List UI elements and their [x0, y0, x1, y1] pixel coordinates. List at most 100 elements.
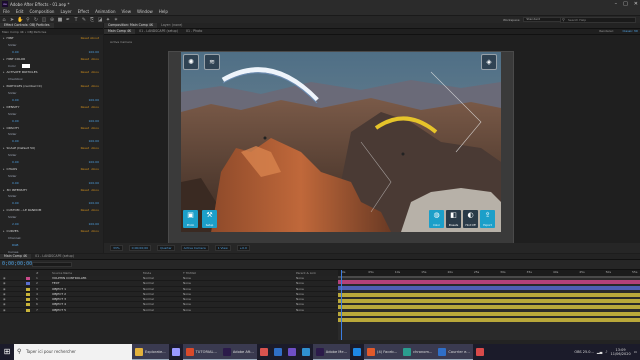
views-select[interactable]: 1 View: [214, 245, 231, 251]
layer-label-color[interactable]: [26, 303, 30, 307]
close-icon[interactable]: ✕: [634, 1, 638, 7]
expand-caret-icon[interactable]: ▸: [3, 146, 5, 150]
effect-property[interactable]: Slider: [0, 42, 103, 49]
minimize-icon[interactable]: –: [615, 1, 618, 7]
maximize-icon[interactable]: □: [623, 1, 628, 7]
reset-link[interactable]: Reset: [81, 145, 89, 152]
taskbar-app[interactable]: [257, 344, 271, 360]
eraser-tool-icon[interactable]: ◪: [97, 17, 103, 23]
resolution-select[interactable]: Quarter: [157, 245, 175, 251]
hand-tool-icon[interactable]: ✋: [17, 17, 23, 23]
reset-link[interactable]: Reset: [81, 104, 89, 111]
effect-property[interactable]: Slider: [0, 193, 103, 200]
color-swatch[interactable]: [21, 63, 30, 68]
expand-caret-icon[interactable]: ▸: [3, 126, 5, 130]
menu-layer[interactable]: Layer: [60, 9, 71, 14]
taskbar-app[interactable]: [473, 344, 487, 360]
reset-link[interactable]: Reset: [81, 207, 89, 214]
property-value[interactable]: 0.00: [12, 181, 19, 185]
effect-header[interactable]: ▸ HINT COLOR Reset Abou: [0, 56, 103, 63]
notifications-icon[interactable]: ▭: [634, 350, 637, 354]
effect-header[interactable]: ▸ DENSITY Reset Abou: [0, 104, 103, 111]
menu-help[interactable]: Help: [159, 9, 168, 14]
view-toggle-icon[interactable]: ◈: [481, 54, 497, 70]
reset-link[interactable]: Reset: [81, 69, 89, 76]
setup-button[interactable]: ⚒ Setup: [202, 210, 217, 228]
menu-file[interactable]: File: [3, 9, 10, 14]
reset-link[interactable]: Reset: [81, 228, 89, 235]
menu-window[interactable]: Window: [137, 9, 153, 14]
property-value-row[interactable]: 0.00 100.00: [0, 97, 103, 104]
effect-property[interactable]: Slider: [0, 214, 103, 221]
expand-caret-icon[interactable]: ▸: [3, 105, 5, 109]
selection-tool-icon[interactable]: ➤: [9, 17, 15, 23]
tab-composition[interactable]: Composition: Main Comp 4K: [104, 23, 158, 28]
color-button[interactable]: ◍ Color: [429, 210, 444, 228]
effect-header[interactable]: ▸ 3D INTENSITY Reset Abou: [0, 187, 103, 194]
roto-tool-icon[interactable]: ✦: [105, 17, 111, 23]
menu-animation[interactable]: Animation: [95, 9, 115, 14]
expand-caret-icon[interactable]: ▸: [3, 208, 5, 212]
export-button[interactable]: ⇪ Export: [480, 210, 495, 228]
expand-caret-icon[interactable]: ▸: [3, 167, 5, 171]
playhead[interactable]: [341, 270, 342, 340]
layer-duration-bar[interactable]: [338, 298, 640, 303]
clone-tool-icon[interactable]: ⎘: [89, 17, 95, 23]
reset-link[interactable]: Reset: [81, 125, 89, 132]
taskbar-app[interactable]: Adobe Aft...: [219, 344, 257, 360]
effect-property[interactable]: Slider: [0, 173, 103, 180]
zoom-tool-icon[interactable]: ⚲: [25, 17, 31, 23]
about-link[interactable]: Abou: [91, 69, 99, 76]
pen-tool-icon[interactable]: ✒: [65, 17, 71, 23]
timeline-tab-landscape[interactable]: 01 - LANDSCAPE (setup): [31, 254, 78, 259]
taskbar-app[interactable]: (4) Faceb...: [364, 344, 401, 360]
about-link[interactable]: About: [90, 35, 99, 42]
visibility-eye-icon[interactable]: ◉: [3, 308, 6, 313]
property-value-row[interactable]: 0.00 100.00: [0, 200, 103, 207]
effect-header[interactable]: ▸ ACTIVATE PARTICLES Reset Abou: [0, 69, 103, 76]
effect-property[interactable]: Slider: [0, 90, 103, 97]
particles-toggle-icon[interactable]: ✺: [183, 54, 199, 70]
hint-off-button[interactable]: ◐ Hint Off: [463, 210, 478, 228]
camera-select[interactable]: Active Camera: [180, 245, 209, 251]
timecode-field[interactable]: 0;00;00;00: [128, 245, 152, 251]
taskbar-app[interactable]: [350, 344, 364, 360]
property-value[interactable]: 0.00: [12, 139, 19, 143]
effect-property[interactable]: Curves: [0, 249, 103, 253]
property-value-row[interactable]: 0.00 100.00: [0, 118, 103, 125]
expand-caret-icon[interactable]: ▸: [3, 188, 5, 192]
timeline-tab-main[interactable]: Main Comp 4K: [0, 254, 32, 259]
about-link[interactable]: Abou: [91, 207, 99, 214]
layer-label-color[interactable]: [26, 287, 30, 291]
expand-caret-icon[interactable]: ▸: [3, 70, 5, 74]
taskbar-app[interactable]: chronom...: [400, 344, 436, 360]
property-value-row[interactable]: 0.00 100.00: [0, 159, 103, 166]
taskbar-app[interactable]: [169, 344, 183, 360]
current-time-display[interactable]: 0;00;00;00: [2, 261, 32, 267]
layer-row[interactable]: ◉ 7 OBJECT 5 Normal None None: [0, 308, 338, 314]
taskbar-app[interactable]: [285, 344, 299, 360]
layer-label-color[interactable]: [26, 298, 30, 302]
about-link[interactable]: Abou: [91, 145, 99, 152]
volume-icon[interactable]: ♪: [605, 350, 607, 354]
about-link[interactable]: Abou: [91, 228, 99, 235]
effect-header[interactable]: ▸ CHAOS Reset Abou: [0, 166, 103, 173]
effect-property[interactable]: Color: [0, 63, 103, 70]
expand-caret-icon[interactable]: ▸: [3, 84, 5, 88]
expand-caret-icon[interactable]: ▸: [3, 36, 5, 40]
reset-link[interactable]: Reset: [81, 56, 89, 63]
effect-property[interactable]: Slider: [0, 152, 103, 159]
effect-property[interactable]: Checkbox: [0, 76, 103, 83]
column-trkmat[interactable]: T TrkMat: [183, 271, 196, 275]
menu-composition[interactable]: Composition: [29, 9, 54, 14]
layer-duration-bar[interactable]: [338, 292, 640, 297]
expand-caret-icon[interactable]: ▸: [3, 229, 5, 233]
layer-trkmat[interactable]: None: [183, 308, 191, 313]
puppet-tool-icon[interactable]: ✶: [113, 17, 119, 23]
pan-behind-icon[interactable]: ⊕: [49, 17, 55, 23]
reset-link[interactable]: Reset: [81, 187, 89, 194]
effect-header[interactable]: ▸ OPACITY Reset Abou: [0, 125, 103, 132]
tray-app-label[interactable]: OBS 25.0...: [574, 350, 594, 354]
property-value[interactable]: 0.00: [12, 50, 19, 54]
brush-tool-icon[interactable]: ✎: [81, 17, 87, 23]
